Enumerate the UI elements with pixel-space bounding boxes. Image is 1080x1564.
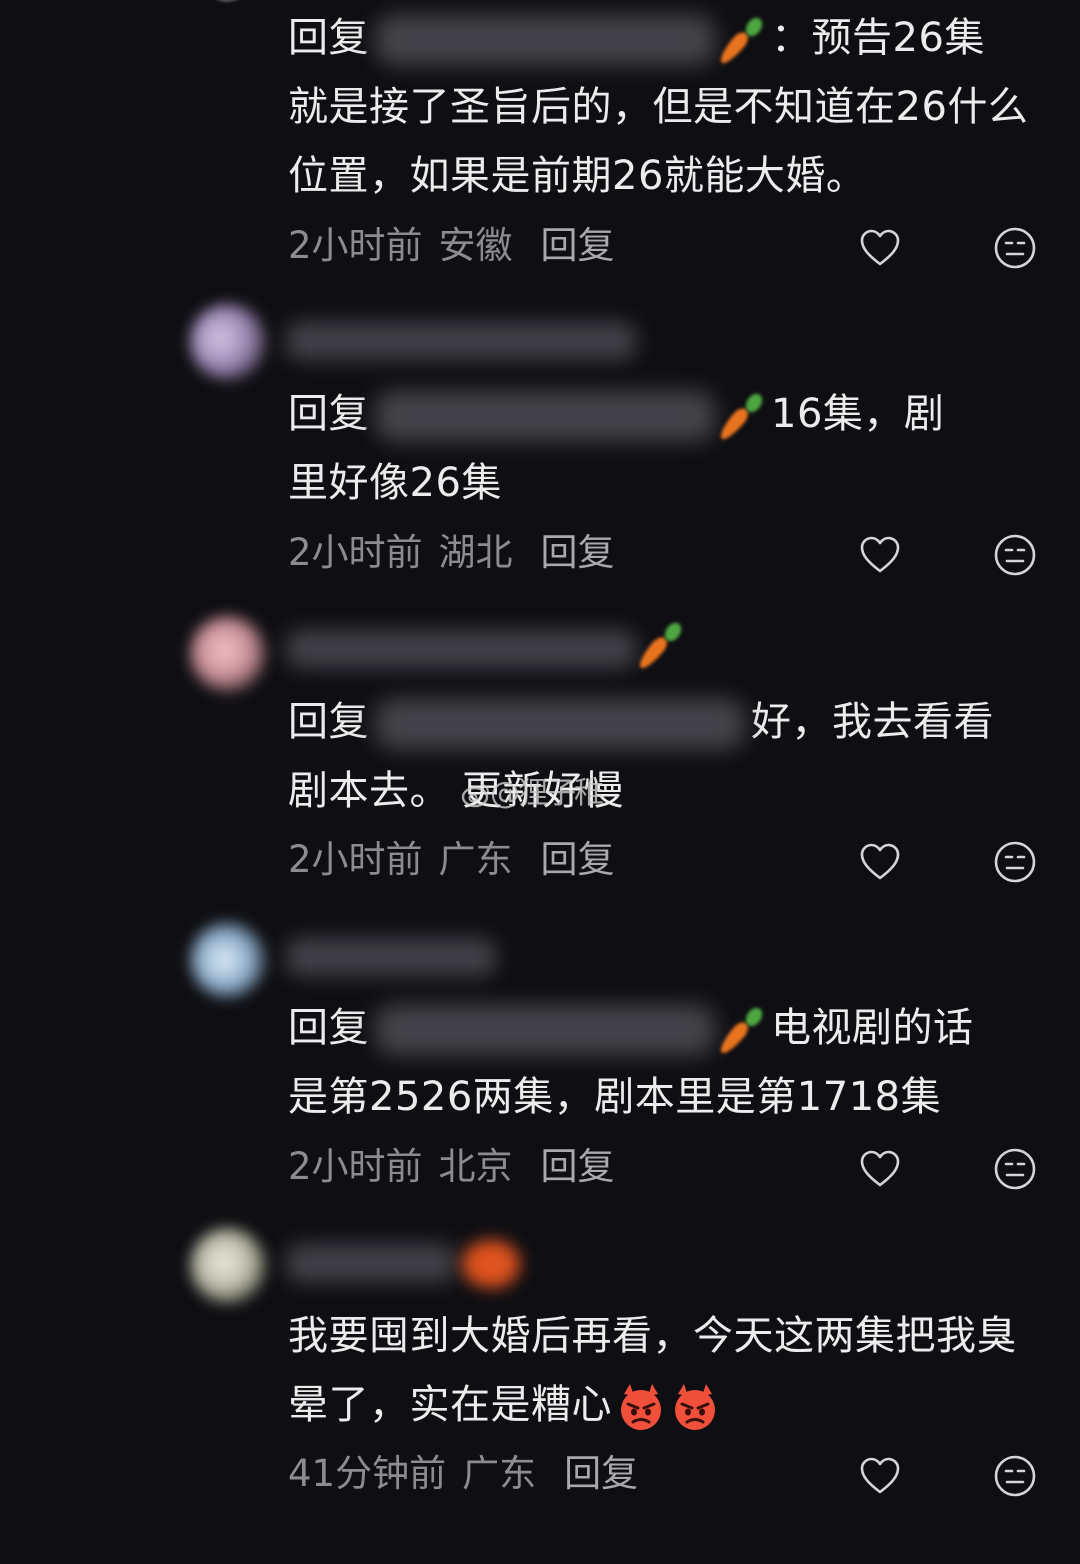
location: 湖北 — [438, 531, 513, 574]
carrot-icon — [716, 14, 767, 68]
carrot-icon — [716, 390, 767, 444]
reply-text-rest: 就是接了圣旨后的，但是不知道在26什么位置，如果是前期26就能大婚。 — [288, 84, 1029, 199]
reply-text: 回复 16集，剧 里好像26集 — [288, 380, 1048, 518]
reply-button[interactable]: 回复 — [541, 838, 615, 881]
reply-prefix: 回复 — [288, 15, 369, 61]
dislike-button[interactable] — [993, 1454, 1037, 1498]
timestamp: 2小时前 — [288, 224, 423, 267]
heart-outline-icon — [860, 843, 900, 880]
heart-outline-icon — [860, 229, 900, 266]
dislike-button[interactable] — [993, 840, 1037, 884]
reply-meta: 2小时前 北京 回复 — [288, 1142, 631, 1192]
neutral-face-icon — [994, 534, 1036, 576]
reply-text: 回复 ：预告26集 就是接了圣旨后的，但是不知道在26什么位置，如果是前期26就能… — [288, 4, 1048, 211]
reply-prefix: 回复 — [288, 1005, 369, 1051]
reply-button[interactable]: 回复 — [541, 1145, 615, 1188]
location: 安徽 — [438, 224, 513, 267]
avatar[interactable] — [190, 1228, 266, 1304]
reply-text: 回复 好，我去看看 剧本去。 更新好慢 — [288, 688, 1048, 826]
reply-prefix: 回复 — [288, 391, 369, 437]
heart-outline-icon — [860, 1457, 900, 1494]
reply-text-rest: 里好像26集 — [288, 460, 502, 506]
reply-text: 我要囤到大婚后再看，今天这两集把我臭晕了，实在是糟心 — [288, 1302, 1048, 1440]
location: 北京 — [438, 1145, 513, 1188]
clipped-avatar-top — [212, 0, 242, 2]
reply-text-line1: 电视剧的话 — [771, 1005, 974, 1051]
avatar[interactable] — [190, 616, 266, 692]
neutral-face-icon — [994, 841, 1036, 883]
dislike-button[interactable] — [993, 533, 1037, 577]
mention-username-blurred[interactable] — [375, 15, 715, 65]
user-badge-blurred — [462, 1240, 520, 1288]
reply-text-line1: ：预告26集 — [771, 15, 985, 61]
neutral-face-icon — [994, 1455, 1036, 1497]
heart-outline-icon — [860, 1150, 900, 1187]
carrot-icon — [635, 619, 686, 673]
reply-text-line1: 16集，剧 — [771, 391, 945, 437]
like-button[interactable] — [858, 533, 902, 577]
timestamp: 41分钟前 — [288, 1452, 447, 1495]
heart-outline-icon — [860, 536, 900, 573]
timestamp: 2小时前 — [288, 531, 423, 574]
angry-devil-emoji — [670, 1382, 720, 1432]
reply-text: 回复 电视剧的话 是第2526两集，剧本里是第1718集 — [288, 994, 1048, 1132]
weibo-logo-icon — [461, 783, 490, 807]
timestamp: 2小时前 — [288, 1145, 423, 1188]
watermark: @狸子稚 — [460, 768, 604, 812]
username-blurred[interactable] — [286, 938, 496, 976]
angry-devil-emoji — [616, 1382, 666, 1432]
watermark-text: @狸子稚 — [490, 776, 604, 811]
username-blurred[interactable] — [286, 630, 636, 668]
reply-meta: 2小时前 安徽 回复 — [288, 221, 631, 271]
reply-text-rest: 是第2526两集，剧本里是第1718集 — [288, 1074, 942, 1120]
dislike-button[interactable] — [993, 1147, 1037, 1191]
like-button[interactable] — [858, 226, 902, 270]
neutral-face-icon — [994, 227, 1036, 269]
mention-username-blurred[interactable] — [375, 1005, 715, 1055]
reply-prefix: 回复 — [288, 699, 369, 745]
mention-username-blurred[interactable] — [375, 699, 745, 749]
reply-meta: 2小时前 湖北 回复 — [288, 528, 631, 578]
location: 广东 — [438, 838, 513, 881]
neutral-face-icon — [994, 1148, 1036, 1190]
timestamp: 2小时前 — [288, 838, 423, 881]
username-blurred[interactable] — [286, 1244, 456, 1282]
reply-meta: 41分钟前 广东 回复 — [288, 1449, 654, 1499]
reply-text-line1: 好，我去看看 — [751, 699, 994, 745]
location: 广东 — [462, 1452, 537, 1495]
like-button[interactable] — [858, 1147, 902, 1191]
reply-meta: 2小时前 广东 回复 — [288, 835, 631, 885]
avatar[interactable] — [190, 304, 266, 380]
avatar[interactable] — [190, 922, 266, 998]
reply-text-rest: 剧本去。 — [288, 768, 450, 814]
reply-button[interactable]: 回复 — [564, 1452, 638, 1495]
like-button[interactable] — [858, 840, 902, 884]
carrot-icon — [716, 1004, 767, 1058]
reply-button[interactable]: 回复 — [541, 224, 615, 267]
reply-button[interactable]: 回复 — [541, 531, 615, 574]
dislike-button[interactable] — [993, 226, 1037, 270]
username-blurred[interactable] — [286, 322, 636, 360]
mention-username-blurred[interactable] — [375, 391, 715, 441]
like-button[interactable] — [858, 1454, 902, 1498]
